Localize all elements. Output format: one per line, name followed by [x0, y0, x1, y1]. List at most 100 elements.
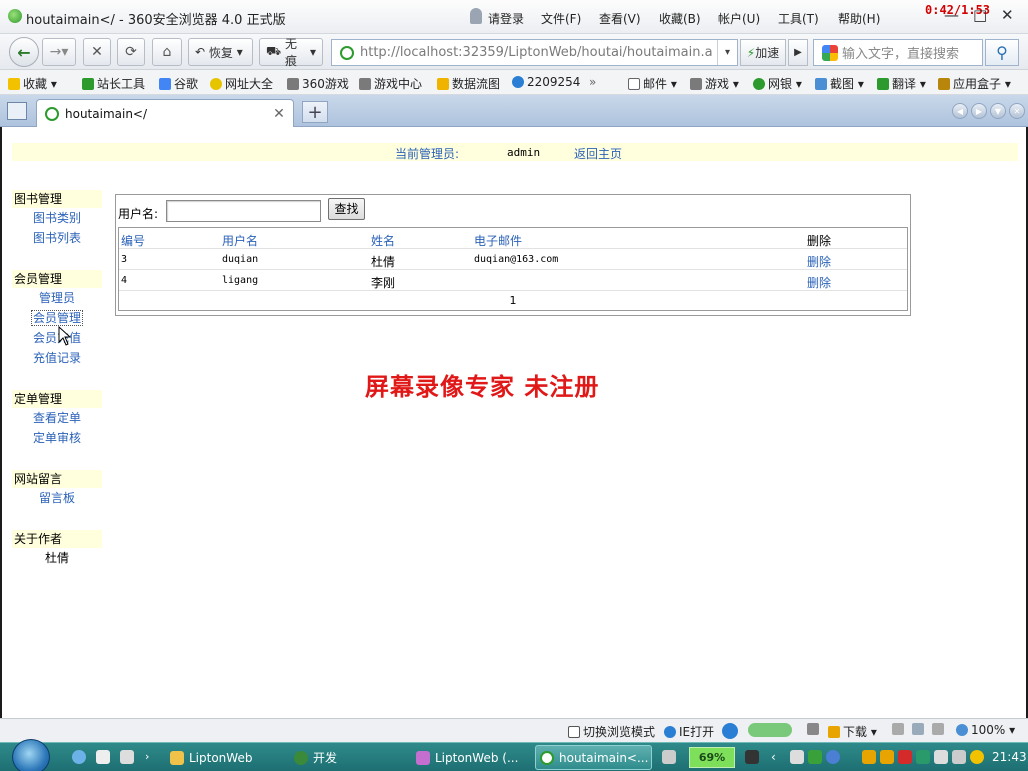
menu-item-view-orders[interactable]: 查看定单	[12, 408, 102, 428]
sidebar-toggle-icon[interactable]	[7, 102, 27, 120]
fav-url-directory[interactable]: 网址大全	[210, 75, 273, 92]
address-input[interactable]: http://localhost:32359/LiptonWeb/houtai/…	[360, 45, 712, 60]
quicklaunch-app-icon[interactable]	[120, 750, 134, 764]
menu-item-book-categories[interactable]: 图书类别	[12, 208, 102, 228]
fav-collect[interactable]: 收藏 ▾	[8, 75, 57, 92]
fav-mail[interactable]: 邮件 ▾	[628, 75, 677, 92]
fav-screenshot[interactable]: 截图 ▾	[815, 75, 864, 92]
tab-houtaimain[interactable]: houtaimain</ ✕	[36, 99, 294, 127]
fav-game-center[interactable]: 游戏中心	[359, 75, 422, 92]
back-button[interactable]: ←	[9, 37, 39, 67]
menu-item-book-list[interactable]: 图书列表	[12, 228, 102, 248]
fav-2209254[interactable]: 2209254	[512, 75, 580, 89]
tray-device-icon[interactable]	[934, 750, 948, 764]
menu-item-member-management[interactable]: 会员管理	[12, 308, 102, 328]
volume-status[interactable]	[932, 723, 947, 735]
tray-qq-icon[interactable]	[862, 750, 876, 764]
tab-scroll-left-icon[interactable]: ◀	[952, 103, 968, 119]
find-button[interactable]: 查找	[328, 198, 365, 220]
search-button[interactable]: ⚲	[985, 39, 1019, 66]
menu-favorites[interactable]: 收藏(B)	[659, 10, 701, 27]
taskbar-item-dev[interactable]: 开发	[290, 745, 404, 770]
fav-translate[interactable]: 翻译 ▾	[877, 75, 926, 92]
tab-close-icon[interactable]: ✕	[271, 106, 287, 122]
refresh-button[interactable]: ⟳	[117, 38, 145, 66]
search-box[interactable]: 输入文字，直接搜索	[813, 39, 983, 66]
menu-file[interactable]: 文件(F)	[541, 10, 581, 27]
keyboard-icon[interactable]	[662, 750, 676, 764]
admin-name: admin	[507, 146, 541, 159]
taskbar-item-liptonweb-vs[interactable]: LiptonWeb (...	[412, 745, 526, 770]
tray-expand-icon[interactable]: ‹	[771, 750, 785, 764]
maximize-icon[interactable]: □	[973, 6, 987, 24]
menu-tools[interactable]: 工具(T)	[778, 10, 819, 27]
menu-view[interactable]: 查看(V)	[599, 10, 641, 27]
toggle-status[interactable]	[748, 723, 795, 737]
fav-app-box[interactable]: 应用盒子 ▾	[938, 75, 1011, 92]
fav-games[interactable]: 游戏 ▾	[690, 75, 739, 92]
tab-close-all-icon[interactable]: ✕	[1009, 103, 1025, 119]
fav-overflow[interactable]: »	[589, 75, 596, 89]
power-plug-icon[interactable]	[745, 750, 759, 764]
page-number[interactable]: 1	[510, 294, 517, 307]
home-button[interactable]: ⌂	[152, 38, 182, 66]
restore-button[interactable]: ↶ 恢复 ▾	[188, 38, 253, 66]
quicklaunch-browser-icon[interactable]	[72, 750, 86, 764]
zoom-control[interactable]: 100% ▾	[956, 723, 1015, 737]
forward-button[interactable]: →▾	[42, 38, 76, 66]
menu-account[interactable]: 帐户(U)	[718, 10, 760, 27]
return-home-link[interactable]: 返回主页	[574, 145, 622, 162]
download-menu[interactable]: 下载 ▾	[828, 723, 877, 740]
menu-item-message-board[interactable]: 留言板	[12, 488, 102, 508]
table-header-row: 编号 用户名 姓名 电子邮件 删除	[119, 228, 907, 249]
menu-item-order-review[interactable]: 定单审核	[12, 428, 102, 448]
switch-browse-mode[interactable]: 切换浏览模式	[568, 723, 655, 740]
fav-google[interactable]: 谷歌	[159, 75, 198, 92]
delete-link[interactable]: 删除	[807, 253, 831, 270]
menu-item-member-recharge[interactable]: 会员充值	[12, 328, 102, 348]
tray-360-icon[interactable]	[970, 750, 984, 764]
close-icon[interactable]: ✕	[1001, 6, 1014, 24]
tray-app-icon[interactable]	[790, 750, 804, 764]
minimize-icon[interactable]: —	[944, 6, 959, 24]
shield-status[interactable]	[722, 723, 741, 739]
search-input[interactable]: 输入文字，直接搜索	[842, 43, 959, 62]
tray-shield-icon[interactable]	[916, 750, 930, 764]
incognito-button[interactable]: ⛟ 无痕 ▾	[259, 37, 323, 68]
menu-item-admins[interactable]: 管理员	[12, 288, 102, 308]
delete-link[interactable]: 删除	[807, 274, 831, 291]
menu-group-author: 关于作者 杜倩	[12, 530, 102, 568]
tray-ati-icon[interactable]	[898, 750, 912, 764]
stop-button[interactable]: ✕	[83, 38, 111, 66]
taskbar-item-browser[interactable]: houtaimain<...	[535, 745, 652, 770]
open-in-ie[interactable]: IE打开	[664, 723, 714, 740]
search-engine-icon[interactable]	[822, 44, 838, 61]
menu-help[interactable]: 帮助(H)	[838, 10, 880, 27]
tray-qq-icon[interactable]	[880, 750, 894, 764]
cell-name: 李刚	[371, 276, 396, 290]
menu-item-recharge-records[interactable]: 充值记录	[12, 348, 102, 368]
tools-status[interactable]	[807, 723, 822, 735]
tab-list-icon[interactable]: ▼	[990, 103, 1006, 119]
taskbar-item-liptonweb-folder[interactable]: LiptonWeb	[166, 745, 280, 770]
go-button[interactable]: ▶	[788, 39, 808, 66]
trash-status[interactable]	[892, 723, 907, 735]
tray-network-icon[interactable]	[826, 750, 840, 764]
quicklaunch-more-icon[interactable]: ›	[145, 750, 159, 764]
address-dropdown-icon[interactable]: ▾	[717, 40, 737, 65]
quicklaunch-explorer-icon[interactable]	[96, 750, 110, 764]
fav-bank[interactable]: 网银 ▾	[753, 75, 802, 92]
fav-data-flow[interactable]: 数据流图	[437, 75, 500, 92]
menu-login[interactable]: 请登录	[488, 10, 524, 27]
tray-volume-icon[interactable]	[952, 750, 966, 764]
new-tab-button[interactable]: +	[302, 101, 328, 123]
tray-security-icon[interactable]	[808, 750, 822, 764]
username-input[interactable]	[166, 200, 321, 222]
speed-button[interactable]: ⚡ 加速	[740, 39, 786, 66]
address-bar[interactable]: http://localhost:32359/LiptonWeb/houtai/…	[331, 39, 738, 66]
fav-360-games[interactable]: 360游戏	[287, 75, 349, 92]
window-status[interactable]	[912, 723, 927, 735]
tab-scroll-right-icon[interactable]: ▶	[971, 103, 987, 119]
start-button[interactable]	[12, 739, 50, 771]
fav-webmaster-tools[interactable]: 站长工具	[82, 75, 145, 92]
